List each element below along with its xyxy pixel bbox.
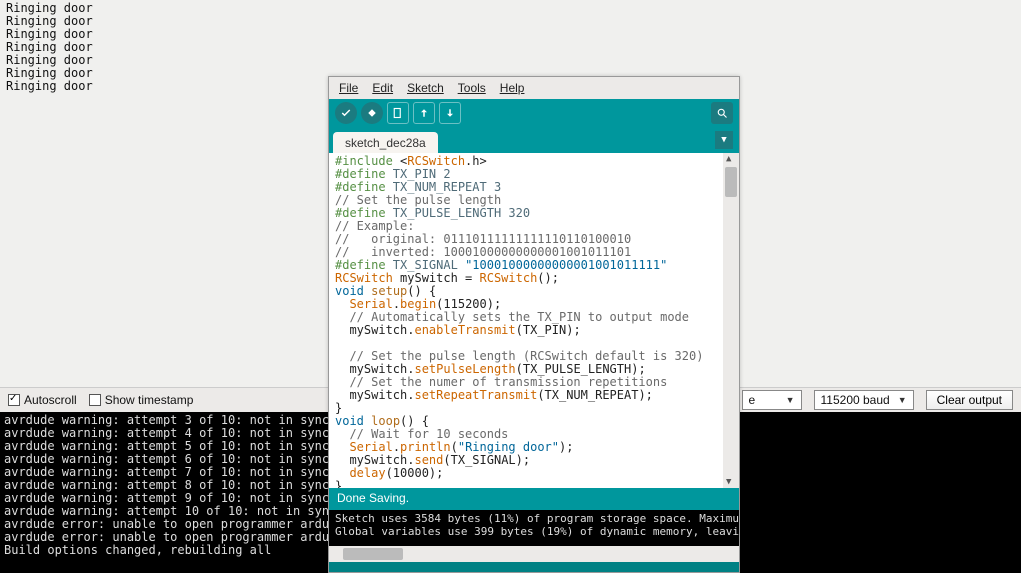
serial-monitor-button[interactable] <box>711 102 733 124</box>
chevron-down-icon: ▼ <box>786 395 795 405</box>
baud-dropdown[interactable]: 115200 baud ▼ <box>814 390 914 410</box>
ide-footer <box>329 562 739 572</box>
menu-edit[interactable]: Edit <box>372 81 393 95</box>
ide-status-bar: Done Saving. <box>329 488 739 510</box>
clear-output-button[interactable]: Clear output <box>926 390 1013 410</box>
ide-menu-bar: File Edit Sketch Tools Help <box>329 77 739 99</box>
serial-line: Ringing door <box>6 54 1015 67</box>
arduino-ide-window: File Edit Sketch Tools Help sketch_dec28… <box>328 76 740 573</box>
menu-sketch[interactable]: Sketch <box>407 81 444 95</box>
menu-tools[interactable]: Tools <box>458 81 486 95</box>
checkbox-icon <box>89 394 101 406</box>
console-hscrollbar[interactable] <box>329 546 739 562</box>
menu-file[interactable]: File <box>339 81 358 95</box>
upload-button[interactable] <box>361 102 383 124</box>
ide-tab-bar: sketch_dec28a ▼ <box>329 127 739 153</box>
checkbox-icon <box>8 394 20 406</box>
serial-line: Ringing door <box>6 41 1015 54</box>
ide-toolbar <box>329 99 739 127</box>
line-ending-dropdown[interactable]: e ▼ <box>742 390 802 410</box>
sketch-tab[interactable]: sketch_dec28a <box>333 132 438 153</box>
code-editor-wrap: #include <RCSwitch.h> #define TX_PIN 2 #… <box>329 153 739 488</box>
scrollbar-thumb[interactable] <box>343 548 403 560</box>
ide-build-console[interactable]: Sketch uses 3584 bytes (11%) of program … <box>329 510 739 546</box>
code-editor[interactable]: #include <RCSwitch.h> #define TX_PIN 2 #… <box>329 153 723 488</box>
console-line: Global variables use 399 bytes (19%) of … <box>335 525 733 538</box>
menu-help[interactable]: Help <box>500 81 525 95</box>
scroll-down-icon: ▼ <box>726 477 731 487</box>
editor-scrollbar[interactable]: ▲ ▼ <box>723 153 739 488</box>
timestamp-label: Show timestamp <box>105 393 194 407</box>
serial-line: Ringing door <box>6 28 1015 41</box>
chevron-down-icon: ▼ <box>898 395 907 405</box>
serial-line: Ringing door <box>6 15 1015 28</box>
open-sketch-button[interactable] <box>413 102 435 124</box>
scrollbar-thumb[interactable] <box>725 167 737 197</box>
serial-line: Ringing door <box>6 2 1015 15</box>
timestamp-checkbox[interactable]: Show timestamp <box>89 393 194 407</box>
scroll-up-icon: ▲ <box>726 154 731 164</box>
autoscroll-label: Autoscroll <box>24 393 77 407</box>
console-line: Sketch uses 3584 bytes (11%) of program … <box>335 512 733 525</box>
new-sketch-button[interactable] <box>387 102 409 124</box>
autoscroll-checkbox[interactable]: Autoscroll <box>8 393 77 407</box>
save-sketch-button[interactable] <box>439 102 461 124</box>
verify-button[interactable] <box>335 102 357 124</box>
line-ending-value: e <box>749 393 756 407</box>
baud-value: 115200 baud <box>821 393 890 407</box>
tab-menu-button[interactable]: ▼ <box>715 131 733 149</box>
